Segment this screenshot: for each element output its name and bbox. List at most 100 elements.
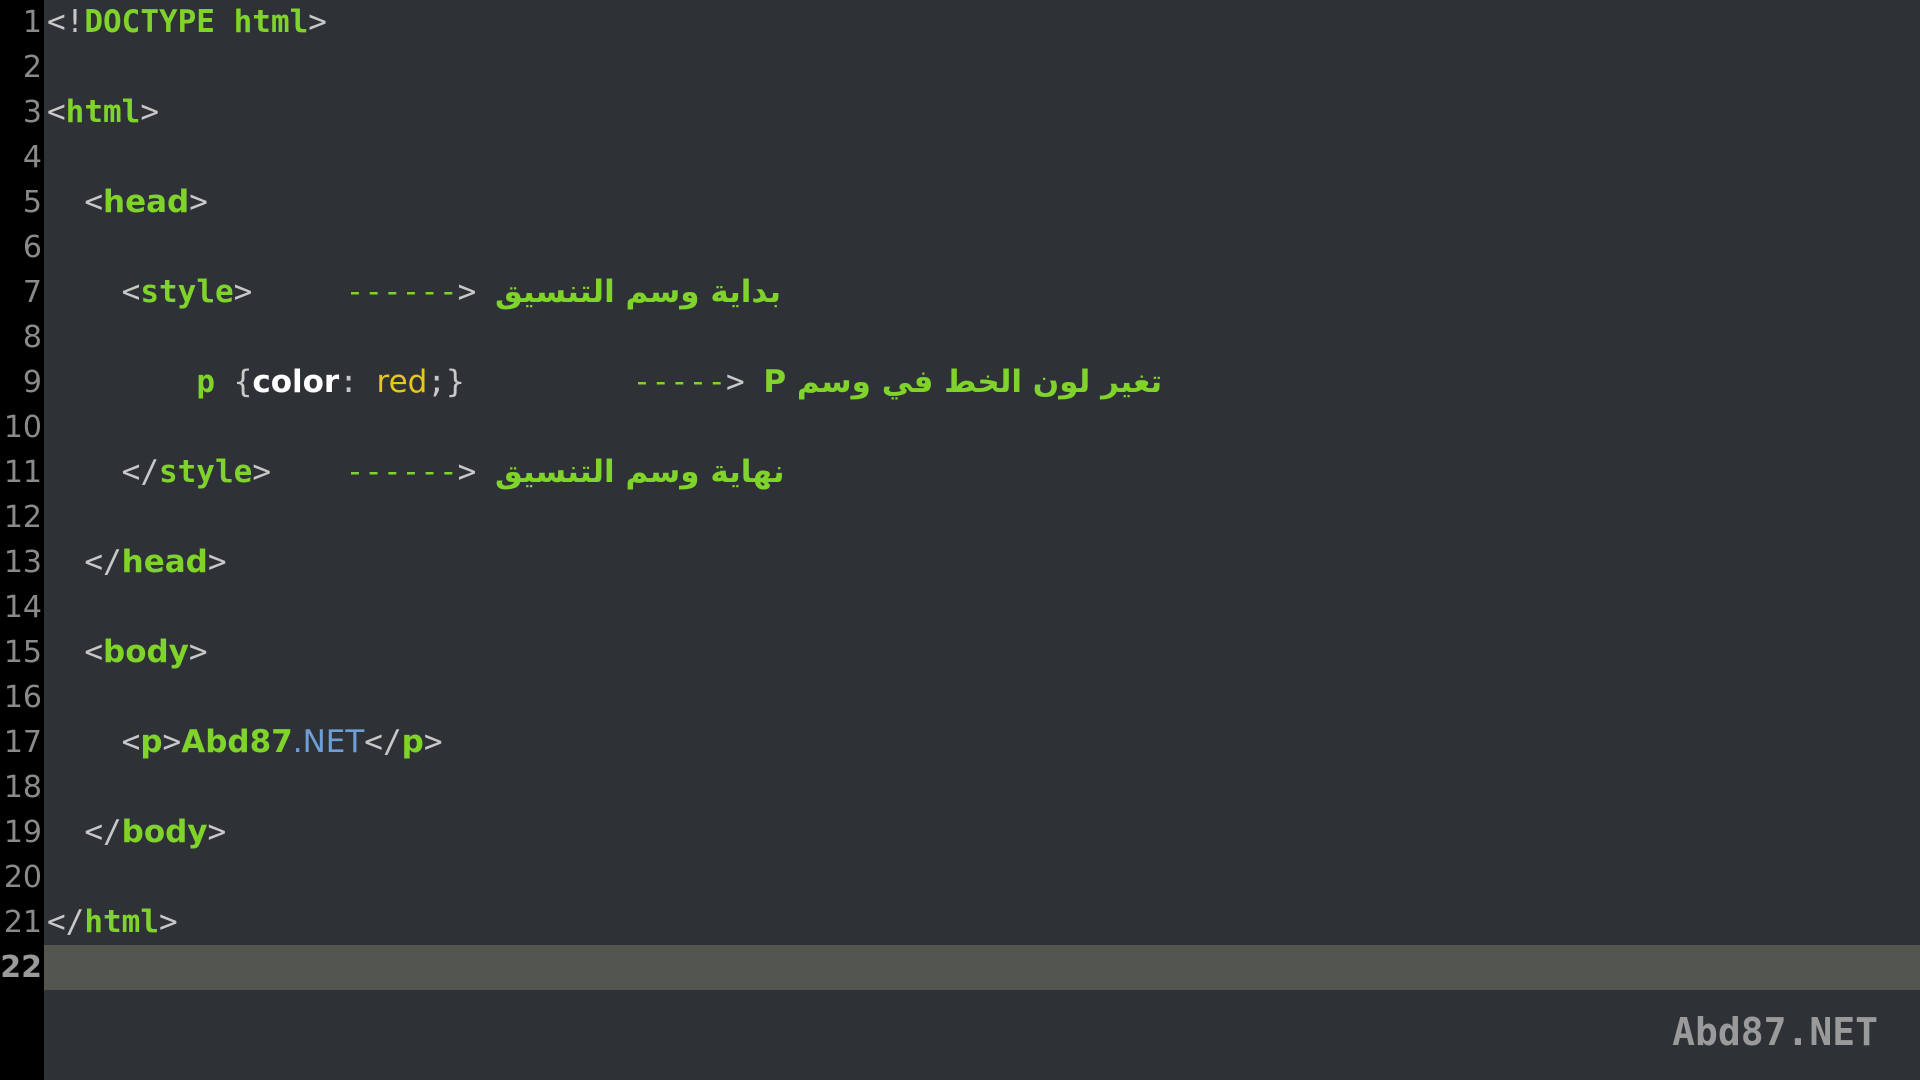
arrow-dashes: ------ bbox=[345, 454, 458, 490]
arabic-comment: بداية وسم التنسيق bbox=[494, 274, 781, 310]
punct: > bbox=[158, 904, 178, 940]
body-tag: body bbox=[103, 634, 189, 670]
code-line-11[interactable]: 11 </style> ------> نهاية وسم التنسيق bbox=[0, 450, 1920, 495]
arrow-head: > bbox=[457, 274, 477, 310]
punct: </ bbox=[47, 904, 85, 940]
line-number: 16 bbox=[3, 680, 42, 715]
line-number: 15 bbox=[3, 635, 42, 670]
p-close-tag: p bbox=[401, 724, 424, 760]
code-line-16[interactable]: 16 bbox=[0, 675, 1920, 720]
code-line-9[interactable]: 9 p {color: red;} -----> تغير لون الخط ف… bbox=[0, 360, 1920, 405]
punct: ;} bbox=[427, 364, 465, 400]
current-line-number: 22 bbox=[0, 950, 42, 985]
punct: > bbox=[233, 274, 253, 310]
code-editor[interactable]: 1 <!DOCTYPE html> 2 3 <html> 4 5 <head> 6 … bbox=[0, 0, 1920, 990]
css-property: color bbox=[252, 364, 340, 400]
code-line-15[interactable]: 15 <body> bbox=[0, 630, 1920, 675]
code-line-7[interactable]: 7 <style> ------> بداية وسم التنسيق bbox=[0, 270, 1920, 315]
css-value: red bbox=[376, 364, 428, 400]
line-number: 18 bbox=[3, 770, 42, 805]
punct: </ bbox=[84, 544, 122, 580]
code-line-10[interactable]: 10 bbox=[0, 405, 1920, 450]
code-line-1[interactable]: 1 <!DOCTYPE html> bbox=[0, 0, 1920, 45]
code-line-19[interactable]: 19 </body> bbox=[0, 810, 1920, 855]
code-line-13[interactable]: 13 </head> bbox=[0, 540, 1920, 585]
arabic-comment: تغير لون الخط في وسم P bbox=[763, 364, 1163, 400]
code-line-18[interactable]: 18 bbox=[0, 765, 1920, 810]
line-number: 14 bbox=[3, 590, 42, 625]
code-line-3[interactable]: 3 <html> bbox=[0, 90, 1920, 135]
code-line-20[interactable]: 20 bbox=[0, 855, 1920, 900]
code-line-22-current[interactable]: 22 bbox=[0, 945, 1920, 990]
punct: <! bbox=[47, 4, 85, 40]
punct: > bbox=[308, 4, 327, 40]
code-line-17[interactable]: 17 <p>Abd87.NET</p> bbox=[0, 720, 1920, 765]
line-number: 6 bbox=[22, 230, 42, 265]
paragraph-text: Abd87 bbox=[181, 724, 293, 760]
line-number: 5 bbox=[22, 185, 42, 220]
line-number: 7 bbox=[22, 275, 42, 310]
code-line-12[interactable]: 12 bbox=[0, 495, 1920, 540]
punct: </ bbox=[84, 814, 122, 850]
punct: { bbox=[214, 364, 253, 400]
line-number: 4 bbox=[22, 140, 42, 175]
code-line-5[interactable]: 5 <head> bbox=[0, 180, 1920, 225]
arrow-head: > bbox=[726, 364, 745, 400]
line-number: 12 bbox=[3, 500, 42, 535]
punct: > bbox=[162, 724, 182, 760]
punct: > bbox=[423, 724, 443, 760]
css-selector: p bbox=[196, 364, 215, 400]
line-number: 10 bbox=[3, 410, 42, 445]
line-number: 9 bbox=[22, 365, 42, 400]
arrow-dashes: ----- bbox=[632, 364, 726, 400]
head-close-tag: head bbox=[121, 544, 208, 580]
arrow-head: > bbox=[457, 454, 477, 490]
code-line-4[interactable]: 4 bbox=[0, 135, 1920, 180]
punct: < bbox=[47, 94, 66, 130]
code-line-6[interactable]: 6 bbox=[0, 225, 1920, 270]
paragraph-text-suffix: .NET bbox=[292, 724, 365, 760]
html-tag: html bbox=[65, 94, 141, 130]
code-line-14[interactable]: 14 bbox=[0, 585, 1920, 630]
line-number: 13 bbox=[3, 545, 42, 580]
style-tag: style bbox=[140, 274, 234, 310]
line-number: 19 bbox=[3, 815, 42, 850]
doctype-tag: DOCTYPE html bbox=[84, 4, 309, 40]
punct: </ bbox=[364, 724, 402, 760]
line-number: 8 bbox=[22, 320, 42, 355]
punct: </ bbox=[121, 454, 159, 490]
body-close-tag: body bbox=[121, 814, 208, 850]
punct: < bbox=[84, 184, 103, 220]
head-tag: head bbox=[103, 184, 190, 220]
line-number: 3 bbox=[22, 95, 42, 130]
code-line-2[interactable]: 2 bbox=[0, 45, 1920, 90]
code-line-21[interactable]: 21 </html> bbox=[0, 900, 1920, 945]
punct: > bbox=[252, 454, 271, 490]
line-number: 1 bbox=[22, 5, 42, 40]
html-close-tag: html bbox=[84, 904, 159, 940]
punct: : bbox=[339, 364, 377, 400]
punct: > bbox=[140, 94, 159, 130]
code-line-8[interactable]: 8 bbox=[0, 315, 1920, 360]
punct: > bbox=[188, 634, 208, 670]
punct: > bbox=[207, 814, 227, 850]
line-number: 21 bbox=[3, 905, 42, 940]
arabic-comment: نهاية وسم التنسيق bbox=[494, 454, 785, 490]
punct: > bbox=[207, 544, 227, 580]
watermark: Abd87.NET bbox=[1672, 1010, 1878, 1054]
line-number: 2 bbox=[22, 50, 42, 85]
punct: < bbox=[121, 724, 141, 760]
punct: < bbox=[84, 634, 103, 670]
punct: < bbox=[121, 274, 141, 310]
line-number: 17 bbox=[3, 725, 42, 760]
